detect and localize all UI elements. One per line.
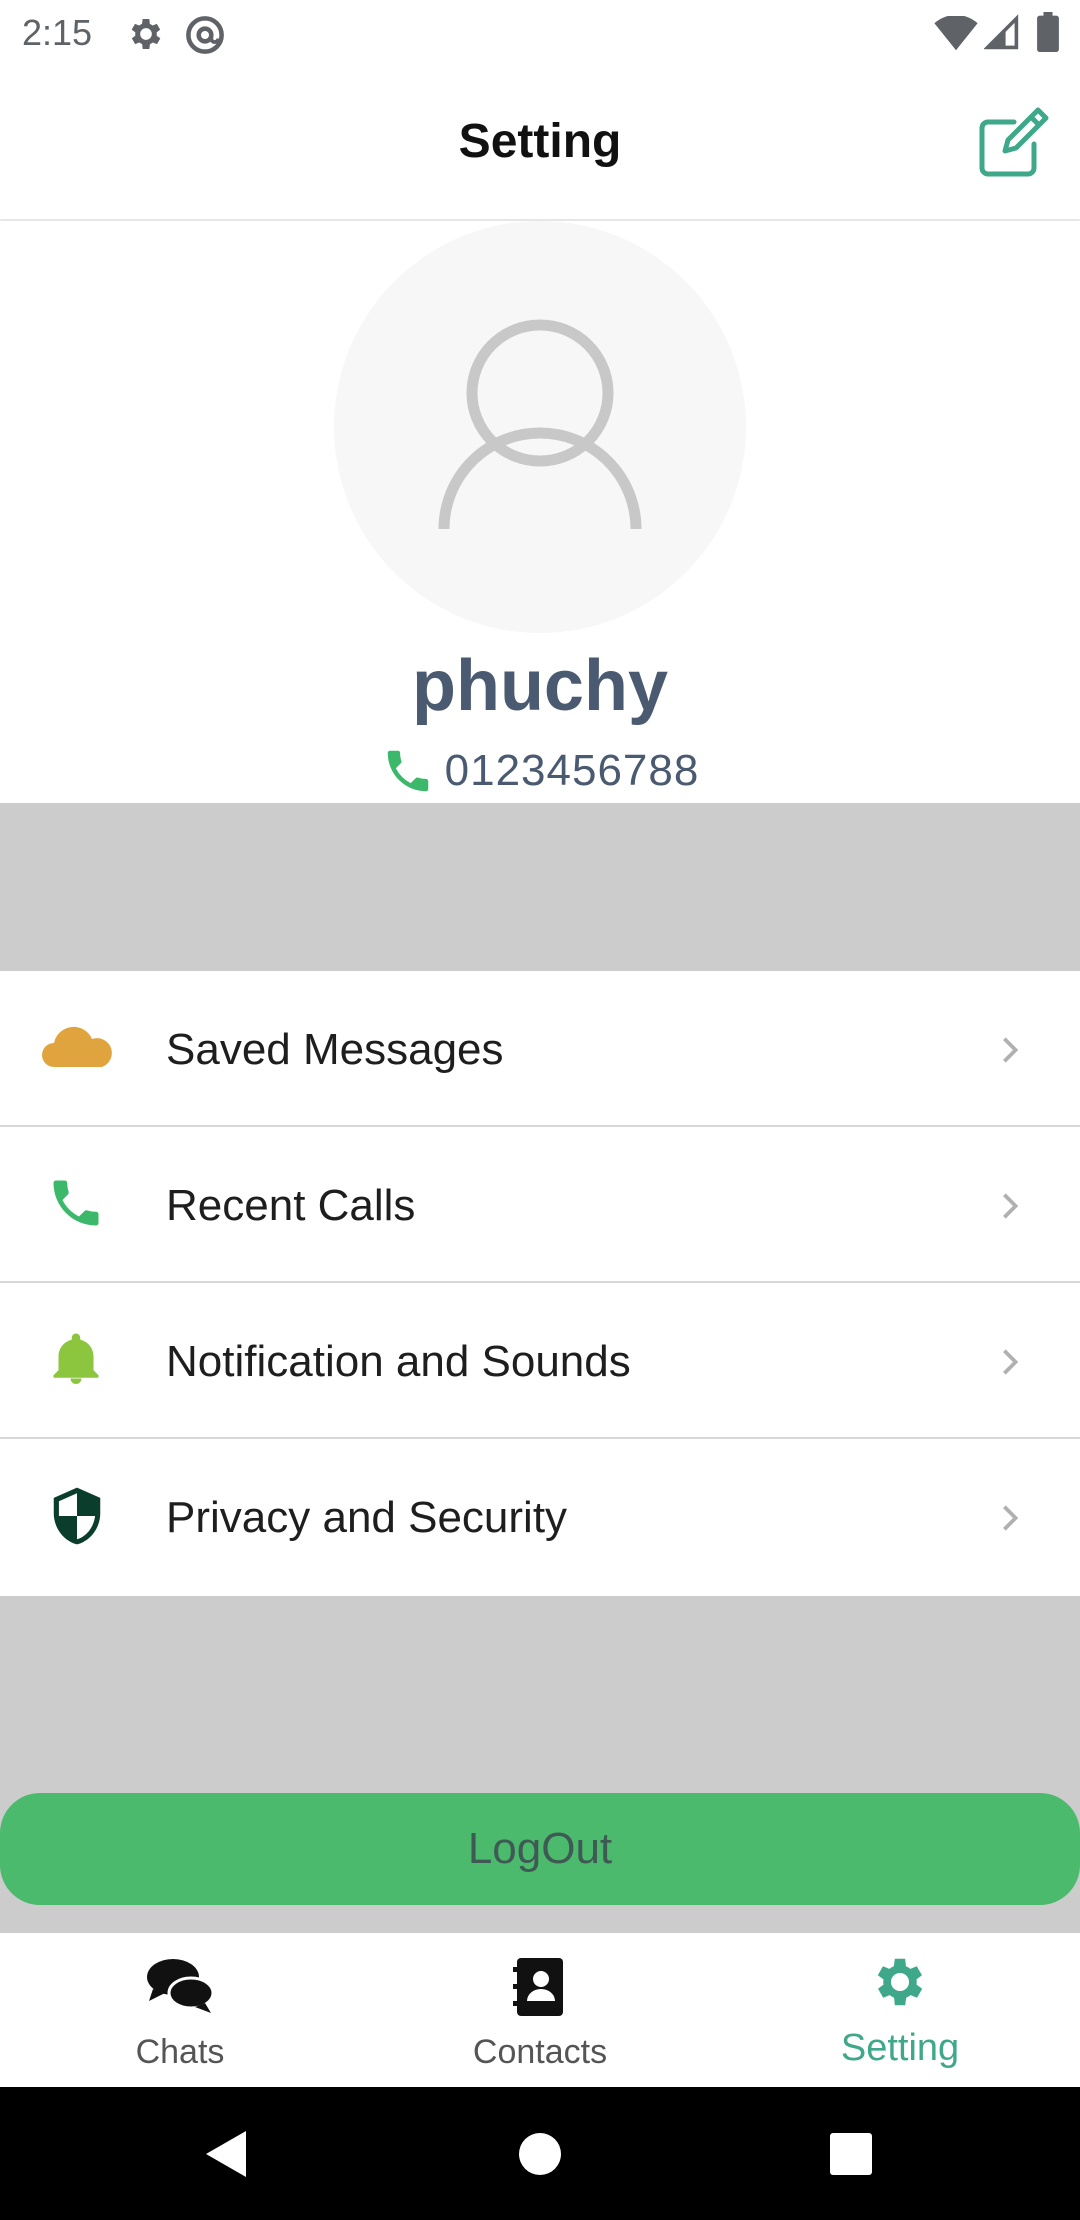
wifi-icon (934, 16, 978, 51)
menu-item-notifications[interactable]: Notification and Sounds (0, 1283, 1080, 1439)
bottom-nav: Chats Contacts Setting (0, 1933, 1080, 2087)
menu-item-saved-messages[interactable]: Saved Messages (0, 971, 1080, 1127)
bell-icon (53, 1333, 99, 1384)
app-header: Setting (0, 66, 1080, 220)
menu-item-privacy[interactable]: Privacy and Security (0, 1439, 1080, 1595)
profile-section: phuchy 0123456788 (0, 221, 1080, 803)
signal-icon (984, 14, 1019, 50)
settings-menu: Saved Messages Recent Calls Notification… (0, 971, 1080, 1595)
chat-bubbles-icon (147, 1959, 215, 2013)
phone-icon (387, 750, 428, 792)
menu-item-label: Notification and Sounds (166, 1337, 631, 1386)
menu-item-label: Saved Messages (166, 1025, 504, 1074)
cloud-icon (42, 1026, 112, 1067)
tab-contacts[interactable]: Contacts (360, 1933, 720, 2087)
page-title: Setting (458, 115, 622, 168)
tab-label: Contacts (472, 2033, 608, 2071)
chevron-right-icon (1003, 1349, 1019, 1375)
status-time: 2:15 (22, 12, 93, 53)
chevron-right-icon (1003, 1193, 1019, 1219)
chevron-right-icon (1003, 1505, 1019, 1531)
tab-label: Chats (135, 2033, 225, 2071)
profile-name: phuchy (411, 646, 668, 726)
phone-icon (53, 1180, 99, 1226)
section-divider (0, 803, 1080, 971)
recents-icon[interactable] (824, 2127, 878, 2181)
settings-icon (131, 19, 161, 49)
back-icon[interactable] (198, 2127, 252, 2181)
user-placeholder-icon (438, 319, 642, 530)
edit-icon[interactable] (976, 106, 1050, 180)
menu-item-label: Privacy and Security (166, 1493, 568, 1542)
phone-row: 0123456788 (0, 741, 1080, 801)
menu-item-recent-calls[interactable]: Recent Calls (0, 1127, 1080, 1283)
chevron-right-icon (1003, 1037, 1019, 1063)
system-nav-bar (0, 2087, 1080, 2220)
shield-icon (53, 1487, 101, 1545)
menu-item-label: Recent Calls (166, 1181, 416, 1230)
tab-setting[interactable]: Setting (720, 1933, 1080, 2087)
contact-book-icon (513, 1958, 563, 2016)
tab-chats[interactable]: Chats (0, 1933, 360, 2087)
gear-icon (877, 1958, 923, 2006)
phone-number: 0123456788 (444, 746, 700, 795)
logout-button[interactable]: LogOut (0, 1793, 1080, 1905)
status-bar: 2:15 (0, 0, 1080, 66)
home-icon[interactable] (513, 2127, 567, 2181)
battery-icon (1037, 12, 1059, 52)
avatar[interactable] (334, 221, 746, 633)
at-sign-icon (186, 16, 224, 54)
tab-label: Setting (840, 2027, 960, 2069)
